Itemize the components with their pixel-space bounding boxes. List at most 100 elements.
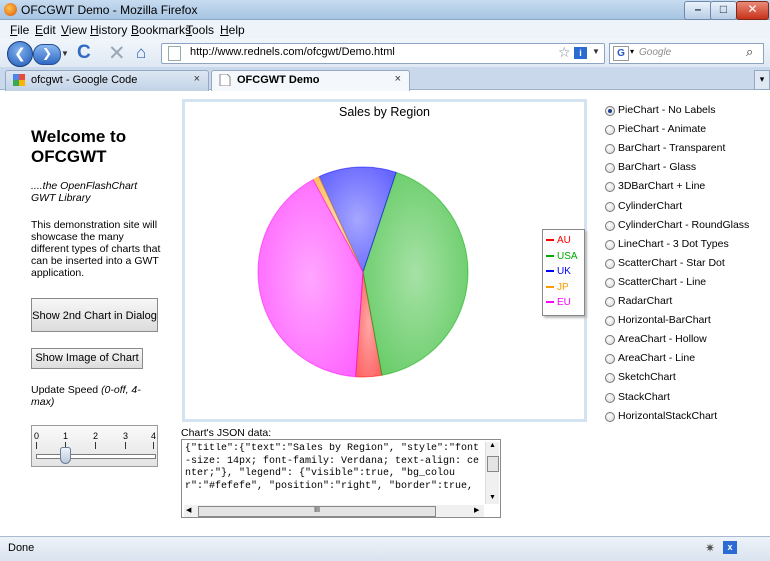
chart-type-label[interactable]: BarChart - Transparent xyxy=(618,142,725,154)
show-image-button[interactable]: Show Image of Chart xyxy=(31,348,143,369)
legend-swatch xyxy=(546,239,554,242)
radio-button[interactable] xyxy=(605,144,615,155)
chart-type-label[interactable]: HorizontalStackChart xyxy=(618,410,717,422)
reload-icon[interactable]: C xyxy=(77,42,91,64)
chart-type-label[interactable]: CylinderChart - RoundGlass xyxy=(618,219,749,231)
tab-list-icon[interactable]: ▾ xyxy=(754,70,770,90)
url-dropdown-icon[interactable]: ▼ xyxy=(592,47,600,56)
update-speed-slider[interactable]: 0 1 2 3 4 xyxy=(31,425,158,467)
chart-type-label[interactable]: RadarChart xyxy=(618,295,672,307)
chart-type-label[interactable]: 3DBarChart + Line xyxy=(618,180,705,192)
addon-icon[interactable]: x xyxy=(723,541,737,554)
speed-label-text: Update Speed xyxy=(31,384,99,396)
legend-swatch xyxy=(546,301,554,304)
stop-icon[interactable]: ✕ xyxy=(108,41,126,66)
addon-gear-icon[interactable]: ✷ xyxy=(705,541,715,555)
horizontal-scrollbar[interactable]: ◀ III ▶ xyxy=(184,505,484,517)
show-dialog-button[interactable]: Show 2nd Chart in Dialog xyxy=(31,298,158,332)
close-tab-icon[interactable]: × xyxy=(395,73,401,85)
radio-button[interactable] xyxy=(605,125,615,136)
chart-type-label[interactable]: PieChart - Animate xyxy=(618,123,706,135)
legend-item: UK xyxy=(546,266,571,277)
radio-button[interactable] xyxy=(605,258,615,269)
address-bar[interactable]: http://www.rednels.com/ofcgwt/Demo.html … xyxy=(161,43,605,64)
window-title: OFCGWT Demo - Mozilla Firefox xyxy=(21,3,198,17)
json-text[interactable]: {"title":{"text":"Sales by Region", "sty… xyxy=(185,443,481,507)
slider-handle[interactable] xyxy=(60,447,72,464)
vertical-scrollbar[interactable]: ▲ ▼ xyxy=(485,442,499,504)
slider-tick xyxy=(36,442,37,449)
chart-type-label[interactable]: ScatterChart - Line xyxy=(618,276,706,288)
chart-type-label[interactable]: StackChart xyxy=(618,391,670,403)
slider-tick xyxy=(125,442,126,449)
radio-button[interactable] xyxy=(605,392,615,403)
radio-button[interactable] xyxy=(605,220,615,231)
menu-tools[interactable]: Tools xyxy=(186,23,214,37)
chart-type-label[interactable]: SketchChart xyxy=(618,371,676,383)
radio-button[interactable] xyxy=(605,354,615,365)
site-info-icon[interactable]: i xyxy=(574,47,587,59)
search-engine-dropdown-icon[interactable]: ▾ xyxy=(630,47,634,56)
chart-type-label[interactable]: CylinderChart xyxy=(618,200,682,212)
close-window-button[interactable]: ✕ xyxy=(736,1,769,20)
bookmark-star-icon[interactable]: ☆ xyxy=(558,44,571,61)
menu-bookmarks[interactable]: Bookmarks xyxy=(131,23,191,37)
minimize-button[interactable]: – xyxy=(684,1,712,20)
tab-label: OFCGWT Demo xyxy=(237,74,320,86)
radio-button[interactable] xyxy=(605,106,615,116)
chart-type-label[interactable]: AreaChart - Line xyxy=(618,352,695,364)
chart-type-label[interactable]: PieChart - No Labels xyxy=(618,104,715,116)
slider-tick-label: 0 xyxy=(34,431,40,441)
slider-tick-label: 4 xyxy=(151,431,157,441)
search-bar[interactable]: G ▾ Google ⌕ xyxy=(609,43,764,64)
slider-tick xyxy=(95,442,96,449)
maximize-button[interactable]: □ xyxy=(710,1,737,20)
radio-button[interactable] xyxy=(605,182,615,193)
menu-bar: File Edit View History Bookmarks Tools H… xyxy=(0,20,770,39)
radio-button[interactable] xyxy=(605,411,615,422)
legend-item: JP xyxy=(546,282,569,293)
legend-item: USA xyxy=(546,251,578,262)
search-icon[interactable]: ⌕ xyxy=(746,44,753,60)
close-tab-icon[interactable]: × xyxy=(194,73,200,85)
search-engine-icon[interactable]: G xyxy=(613,46,629,61)
radio-button[interactable] xyxy=(605,373,615,384)
menu-history[interactable]: History xyxy=(90,23,127,37)
chart-type-label[interactable]: AreaChart - Hollow xyxy=(618,333,707,345)
radio-button[interactable] xyxy=(605,316,615,327)
forward-icon[interactable]: ❯ xyxy=(33,44,61,65)
search-input[interactable]: Google xyxy=(639,47,671,58)
scroll-up-icon[interactable]: ▲ xyxy=(489,442,496,449)
radio-button[interactable] xyxy=(605,239,615,250)
tab-ofcgwt-demo[interactable]: OFCGWT Demo × xyxy=(211,70,410,91)
back-icon[interactable]: ❮ xyxy=(7,41,33,67)
url-text[interactable]: http://www.rednels.com/ofcgwt/Demo.html xyxy=(190,46,395,58)
radio-button[interactable] xyxy=(605,335,615,346)
scroll-left-icon[interactable]: ◀ xyxy=(186,506,191,514)
tab-ofcgwt-google-code[interactable]: ofcgwt - Google Code × xyxy=(5,70,209,91)
radio-button[interactable] xyxy=(605,163,615,174)
json-textarea[interactable]: {"title":{"text":"Sales by Region", "sty… xyxy=(181,439,501,518)
menu-file[interactable]: File xyxy=(10,23,29,37)
chart-type-label[interactable]: BarChart - Glass xyxy=(618,161,696,173)
update-speed-label: Update Speed (0-off, 4-max) xyxy=(31,384,161,408)
slider-track[interactable] xyxy=(36,454,156,459)
chart-type-label[interactable]: Horizontal-BarChart xyxy=(618,314,711,326)
chart-type-label[interactable]: ScatterChart - Star Dot xyxy=(618,257,725,269)
chart-type-label[interactable]: LineChart - 3 Dot Types xyxy=(618,238,729,250)
menu-edit[interactable]: Edit xyxy=(35,23,56,37)
radio-button[interactable] xyxy=(605,297,615,307)
page-icon xyxy=(168,46,181,61)
scroll-down-icon[interactable]: ▼ xyxy=(489,494,496,501)
home-icon[interactable]: ⌂ xyxy=(136,43,146,63)
scroll-thumb[interactable]: III xyxy=(198,506,436,517)
radio-button[interactable] xyxy=(605,277,615,288)
menu-view[interactable]: View xyxy=(61,23,87,37)
scroll-thumb[interactable] xyxy=(487,456,499,472)
tab-bar: ofcgwt - Google Code × OFCGWT Demo × ▾ xyxy=(0,67,770,91)
scroll-right-icon[interactable]: ▶ xyxy=(474,506,479,514)
menu-help[interactable]: Help xyxy=(220,23,245,37)
json-label: Chart's JSON data: xyxy=(181,427,272,439)
radio-button[interactable] xyxy=(605,201,615,212)
history-dropdown-icon[interactable]: ▼ xyxy=(61,49,69,58)
